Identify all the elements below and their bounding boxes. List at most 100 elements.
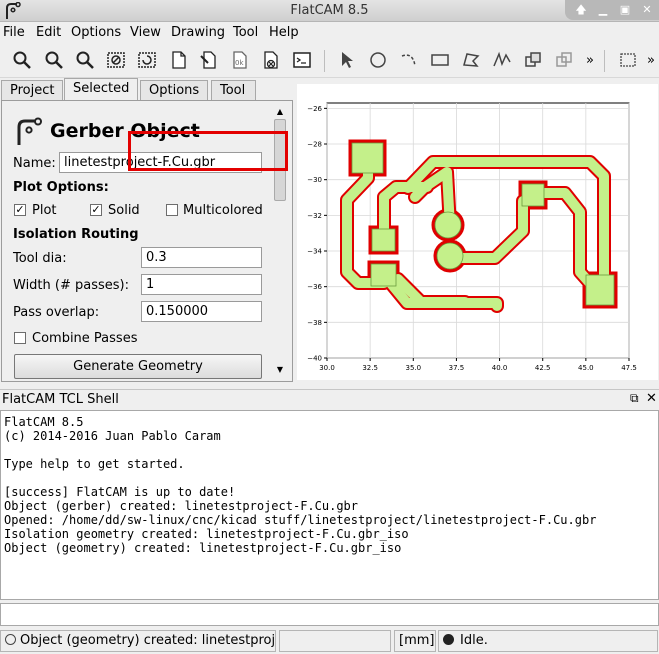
scroll-up-icon[interactable]: ▲ xyxy=(272,105,288,119)
delete-icon[interactable] xyxy=(259,48,283,72)
status-state-box: Idle. xyxy=(438,630,658,652)
toolbar-overflow-icon[interactable]: » xyxy=(583,48,597,72)
shell-title: FlatCAM TCL Shell xyxy=(2,392,119,407)
status-message-box: Object (geometry) created: linetestproje… xyxy=(0,630,276,652)
polygon-icon[interactable] xyxy=(459,48,483,72)
status-bar: Object (geometry) created: linetestproje… xyxy=(0,628,659,654)
shell-line: Object (geometry) created: linetestproje… xyxy=(4,541,402,555)
pass-overlap-label: Pass overlap: xyxy=(13,305,100,320)
shell-line: Type help to get started. xyxy=(4,457,185,471)
menu-options[interactable]: Options xyxy=(71,25,121,40)
shell-line: [success] FlatCAM is up to date! xyxy=(4,485,236,499)
shade-icon[interactable]: 🡅 xyxy=(571,1,591,19)
plot-options-label: Plot Options: xyxy=(13,180,109,195)
plot-canvas[interactable]: 30.0 32.5 35.0 37.5 40.0 42.5 45.0 47.5 −26 −28 −3… xyxy=(297,84,658,380)
toolbar-separator xyxy=(604,50,605,72)
tool-dia-label: Tool dia: xyxy=(13,251,67,266)
menu-drawing[interactable]: Drawing xyxy=(171,25,225,40)
plot-checkbox[interactable]: ✓ xyxy=(14,204,26,216)
shell-line: FlatCAM 8.5 xyxy=(4,415,84,429)
y-tick-label: −38 xyxy=(307,319,322,327)
combine-passes-label: Combine Passes xyxy=(32,331,138,346)
x-tick-label: 40.0 xyxy=(492,364,508,372)
tab-selected[interactable]: Selected xyxy=(64,78,138,100)
tab-project[interactable]: Project xyxy=(1,80,63,100)
combine-passes-checkbox[interactable] xyxy=(14,332,26,344)
circle-icon[interactable] xyxy=(366,48,390,72)
tool-dia-field[interactable]: 0.3 xyxy=(141,247,262,268)
shell-line: Isolation geometry created: linetestproj… xyxy=(4,527,409,541)
title-bar: FlatCAM 8.5 🡅 ▁ ▣ ✕ xyxy=(0,0,659,22)
grid-icon[interactable] xyxy=(616,48,640,72)
rectangle-icon[interactable] xyxy=(428,48,452,72)
close-icon[interactable]: ✕ xyxy=(637,1,657,19)
arc-icon[interactable] xyxy=(397,48,421,72)
new-geometry-icon[interactable] xyxy=(197,48,221,72)
width-passes-label: Width (# passes): xyxy=(13,278,129,293)
menu-edit[interactable]: Edit xyxy=(36,25,61,40)
scroll-down-icon[interactable]: ▼ xyxy=(272,363,288,377)
status-message: Object (geometry) created: linetestproje… xyxy=(20,633,276,648)
x-tick-label: 47.5 xyxy=(621,364,637,372)
multicolored-checkbox[interactable] xyxy=(166,204,178,216)
tab-options[interactable]: Options xyxy=(140,80,208,100)
maximize-icon[interactable]: ▣ xyxy=(615,1,635,19)
y-tick-label: −28 xyxy=(307,141,322,149)
replot-icon[interactable] xyxy=(135,48,159,72)
width-passes-field[interactable]: 1 xyxy=(141,274,262,295)
x-tick-label: 45.0 xyxy=(578,364,594,372)
isolation-routing-label: Isolation Routing xyxy=(13,227,139,242)
shell-line: (c) 2014-2016 Juan Pablo Caram xyxy=(4,429,221,443)
menu-help[interactable]: Help xyxy=(269,25,299,40)
pass-overlap-field[interactable]: 0.150000 xyxy=(141,301,262,322)
solid-checkbox[interactable]: ✓ xyxy=(90,204,102,216)
select-icon[interactable] xyxy=(335,48,359,72)
undock-icon[interactable]: ⧉ xyxy=(630,391,639,406)
y-tick-label: −34 xyxy=(307,248,322,256)
path-icon[interactable] xyxy=(490,48,514,72)
name-label: Name: xyxy=(13,156,56,171)
close-shell-icon[interactable]: ✕ xyxy=(646,391,657,406)
zoom-in-icon[interactable] xyxy=(42,48,66,72)
generate-geometry-button[interactable]: Generate Geometry xyxy=(14,354,262,379)
shell-input[interactable] xyxy=(0,603,659,626)
y-tick-label: −26 xyxy=(307,105,322,113)
new-project-icon[interactable] xyxy=(167,48,191,72)
svg-text:0k: 0k xyxy=(235,59,244,67)
x-tick-label: 35.0 xyxy=(405,364,421,372)
window-title: FlatCAM 8.5 xyxy=(290,3,369,18)
move-icon[interactable] xyxy=(521,48,545,72)
open-excellon-icon[interactable]: 0k xyxy=(228,48,252,72)
menu-bar: File Edit Options View Drawing Tool Help xyxy=(0,22,659,44)
shell-icon[interactable] xyxy=(290,48,314,72)
y-tick-label: −40 xyxy=(307,355,322,363)
y-tick-label: −30 xyxy=(307,176,322,184)
multicolored-label: Multicolored xyxy=(183,203,263,218)
y-tick-label: −32 xyxy=(307,212,322,220)
toolbar-overflow-icon-2[interactable]: » xyxy=(644,48,658,72)
menu-tool[interactable]: Tool xyxy=(233,25,258,40)
window-controls: 🡅 ▁ ▣ ✕ xyxy=(565,0,659,20)
shell-line: Object (gerber) created: linetestproject… xyxy=(4,499,359,513)
minimize-icon[interactable]: ▁ xyxy=(593,1,613,19)
x-tick-label: 37.5 xyxy=(449,364,465,372)
shell-output[interactable]: FlatCAM 8.5 (c) 2014-2016 Juan Pablo Cara… xyxy=(0,410,659,600)
menu-file[interactable]: File xyxy=(3,25,25,40)
pcb-plot[interactable]: 30.0 32.5 35.0 37.5 40.0 42.5 45.0 47.5 −26 −28 −3… xyxy=(297,84,658,380)
x-tick-label: 42.5 xyxy=(535,364,551,372)
shell-line: Opened: /home/dd/sw-linux/cnc/kicad stuf… xyxy=(4,513,597,527)
tab-tool[interactable]: Tool xyxy=(211,80,256,100)
zoom-out-icon[interactable] xyxy=(73,48,97,72)
menu-view[interactable]: View xyxy=(130,25,161,40)
plot-label: Plot xyxy=(32,203,57,218)
zoom-fit-icon[interactable] xyxy=(10,48,34,72)
status-info-icon xyxy=(5,634,16,645)
shell-header: FlatCAM TCL Shell ⧉ ✕ xyxy=(0,389,659,409)
clear-plot-icon[interactable] xyxy=(104,48,128,72)
x-tick-label: 32.5 xyxy=(362,364,378,372)
gerber-logo-icon xyxy=(17,117,42,145)
copy-icon[interactable] xyxy=(552,48,576,72)
solid-label: Solid xyxy=(108,203,140,218)
activity-icon xyxy=(443,634,454,645)
